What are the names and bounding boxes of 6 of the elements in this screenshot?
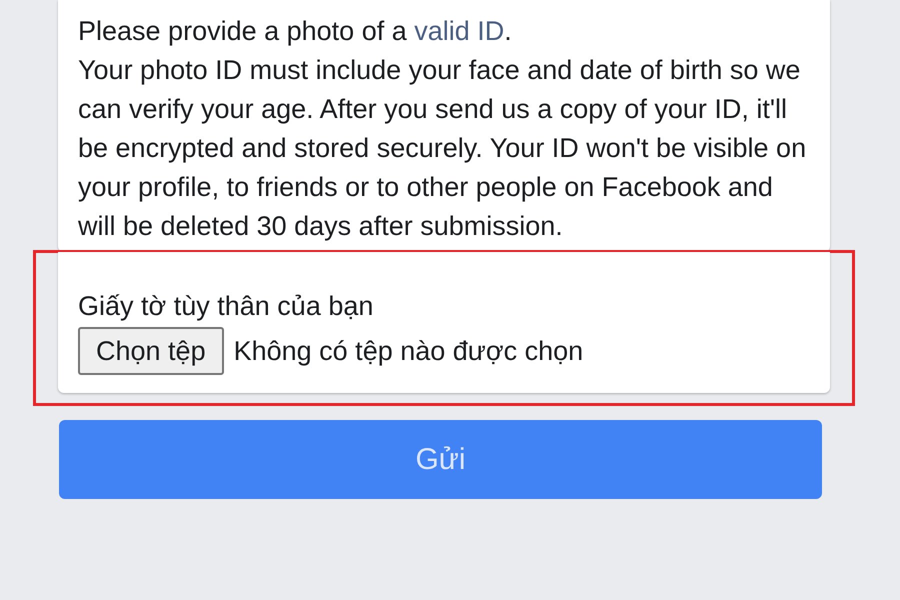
id-info-text: Your photo ID must include your face and date of birth so we can verify your age. After you send us a copy of your ID, it'll be encrypted and stored securely. Your ID won't be visible on your profile, to friends or to other people on Facebook and will be deleted 30 days after submission. <box>78 54 808 243</box>
intro-text: Please provide a photo of a valid ID. <box>78 15 513 48</box>
file-status-text: Không có tệp nào được chọn <box>234 335 584 368</box>
upload-label: Giấy tờ tùy thân của bạn <box>78 290 374 323</box>
choose-file-button[interactable]: Chọn tệp <box>78 327 224 375</box>
valid-id-link[interactable]: valid ID <box>414 16 504 46</box>
